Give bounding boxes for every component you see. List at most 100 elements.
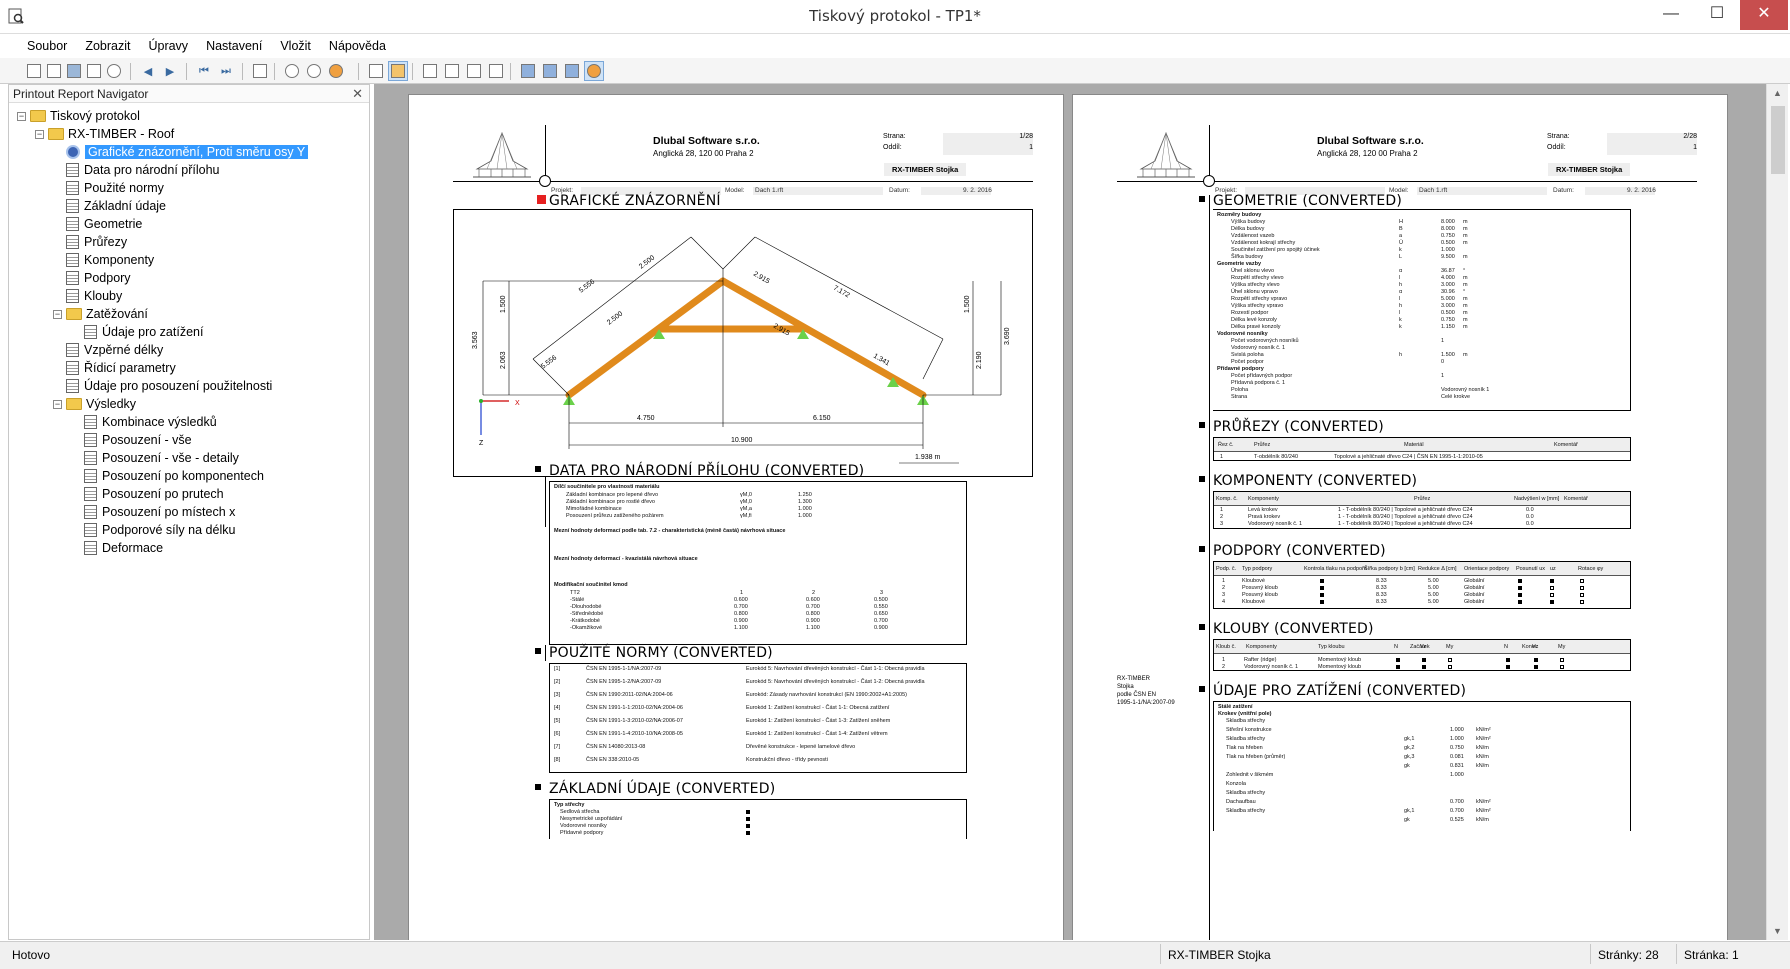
collapse-icon[interactable]: − (35, 129, 44, 139)
tree-item-label: Posouzení - vše (102, 433, 192, 447)
tree-item[interactable]: Podporové síly na délku (71, 521, 235, 539)
tree-item[interactable]: Komponenty (53, 251, 154, 269)
menu-upravy[interactable]: Úpravy (139, 37, 197, 55)
table-cell: 0.750 (1441, 317, 1455, 323)
page-icon (66, 271, 79, 285)
collapse-icon[interactable]: − (53, 399, 62, 409)
tree-item[interactable]: Vzpěrné délky (53, 341, 163, 359)
table-cell: Kloubové (1242, 599, 1265, 605)
settings-icon[interactable] (326, 61, 346, 81)
scroll-up-icon[interactable]: ▲ (1773, 88, 1782, 98)
first-page-icon[interactable]: ⏮ (194, 61, 214, 81)
report-page-1: Dlubal Software s.r.o. Anglická 28, 120 … (408, 94, 1064, 940)
tree-item[interactable]: Kombinace výsledků (71, 413, 217, 431)
help-icon[interactable] (584, 61, 604, 81)
tree-item[interactable]: Údaje pro posouzení použitelnosti (53, 377, 272, 395)
checkbox-checked-icon (1396, 658, 1400, 662)
tree-item[interactable]: Posouzení po komponentech (71, 467, 264, 485)
last-page-icon[interactable]: ⏭ (216, 61, 236, 81)
tree-item[interactable]: Data pro národní přílohu (53, 161, 220, 179)
tree-item[interactable]: Grafické znázornění, Proti směru osy Y (53, 143, 309, 161)
scroll-down-icon[interactable]: ▼ (1773, 926, 1782, 936)
save-icon[interactable] (64, 61, 84, 81)
tree-item[interactable]: Řídicí parametry (53, 359, 176, 377)
tree-item[interactable]: − Tiskový protokol (17, 107, 140, 125)
menu-vlozit[interactable]: Vložit (271, 37, 320, 55)
zoom-out-icon[interactable] (304, 61, 324, 81)
table-cell: 1 (1222, 578, 1226, 584)
collapse-icon[interactable]: − (17, 111, 26, 121)
table-cell: 1 (1441, 338, 1445, 344)
checkbox-checked-icon (1518, 579, 1522, 583)
page-setup-icon[interactable] (420, 61, 440, 81)
cover-icon[interactable] (464, 61, 484, 81)
table-cell: 0.081 (1450, 754, 1464, 760)
tree-item[interactable]: Klouby (53, 287, 122, 305)
table-cell: Kloubové (1242, 578, 1265, 584)
refresh-icon[interactable] (104, 61, 124, 81)
title-bar: Tiskový protokol - TP1* — ☐ ✕ (0, 0, 1790, 34)
navigator-close-icon[interactable]: ✕ (352, 86, 363, 102)
global-graphics-icon[interactable] (518, 61, 538, 81)
graphics-edit-icon[interactable] (562, 61, 582, 81)
tree-item[interactable]: Posouzení - vše - detaily (71, 449, 239, 467)
tree-item[interactable]: Údaje pro zatížení (71, 323, 203, 341)
checkbox-empty-icon (1560, 665, 1564, 669)
table-cell: Kontrola tlaku na podpoře (1304, 566, 1367, 572)
report-viewer[interactable]: Dlubal Software s.r.o. Anglická 28, 120 … (374, 84, 1766, 940)
tree-item[interactable]: Geometrie (53, 215, 142, 233)
open-icon[interactable] (44, 61, 64, 81)
tree-item[interactable]: Posouzení po místech x (71, 503, 235, 521)
toolbar: ◀ ▶ ⏮ ⏭ (0, 58, 1790, 84)
tree-item[interactable]: Posouzení - vše (71, 431, 192, 449)
table-cell: Výška budovy (1231, 219, 1266, 225)
table-cell: m (1463, 310, 1468, 316)
graphics-icon[interactable] (540, 61, 560, 81)
table-cell: -Střednědobé (570, 611, 604, 617)
zoom-in-icon[interactable] (282, 61, 302, 81)
contents-icon[interactable] (486, 61, 506, 81)
tree-item-label: Posouzení po místech x (102, 505, 236, 519)
tree-item[interactable]: − Zatěžování (53, 305, 148, 323)
new-icon[interactable] (24, 61, 44, 81)
export-icon[interactable] (250, 61, 270, 81)
table-cell: Ü (1399, 240, 1403, 246)
pan-icon[interactable] (388, 61, 408, 81)
prev-icon[interactable]: ◀ (138, 61, 158, 81)
tree-item[interactable]: Podpory (53, 269, 131, 287)
print-icon[interactable] (84, 61, 104, 81)
checkbox-checked-icon (1518, 586, 1522, 590)
tree-item[interactable]: − Výsledky (53, 395, 136, 413)
close-button[interactable]: ✕ (1740, 0, 1788, 30)
tree-item[interactable]: Deformace (71, 539, 163, 557)
next-icon[interactable]: ▶ (160, 61, 180, 81)
table-cell: Počet vodorovných nosníků (1231, 338, 1299, 344)
menu-bar: Soubor Zobrazit Úpravy Nastavení Vložit Nápov… (0, 35, 1790, 57)
tree-item[interactable]: − RX-TIMBER - Roof (35, 125, 174, 143)
tree-item[interactable]: Průřezy (53, 233, 127, 251)
menu-nastaveni[interactable]: Nastavení (197, 37, 271, 55)
table-cell: Poloha (1231, 387, 1249, 393)
minimize-button[interactable]: — (1648, 0, 1694, 30)
folder-icon (48, 128, 64, 140)
tree-item-label: Kombinace výsledků (102, 415, 217, 429)
table-cell: 4.000 (1441, 275, 1455, 281)
menu-zobrazit[interactable]: Zobrazit (76, 37, 139, 55)
checkbox-checked-icon (1518, 593, 1522, 597)
table-cell: ČSN EN 338:2010-05 (586, 757, 640, 763)
page-icon (84, 541, 97, 555)
collapse-icon[interactable]: − (53, 309, 62, 319)
tree-item[interactable]: Posouzení po prutech (71, 485, 224, 503)
table-cell: Zohlednit v šikmém (1226, 772, 1274, 778)
tree-item[interactable]: Základní údaje (53, 197, 166, 215)
tree-item[interactable]: Použité normy (53, 179, 164, 197)
vertical-scrollbar[interactable]: ▲ ▼ (1766, 84, 1788, 940)
page-header-2: Dlubal Software s.r.o. Anglická 28, 120 … (1117, 125, 1697, 187)
tree-item-label: Posouzení - vše - detaily (102, 451, 239, 465)
menu-napoveda[interactable]: Nápověda (320, 37, 395, 55)
select-icon[interactable] (366, 61, 386, 81)
header-icon[interactable] (442, 61, 462, 81)
menu-soubor[interactable]: Soubor (18, 37, 76, 55)
scroll-thumb[interactable] (1771, 106, 1785, 174)
maximize-button[interactable]: ☐ (1694, 0, 1740, 30)
